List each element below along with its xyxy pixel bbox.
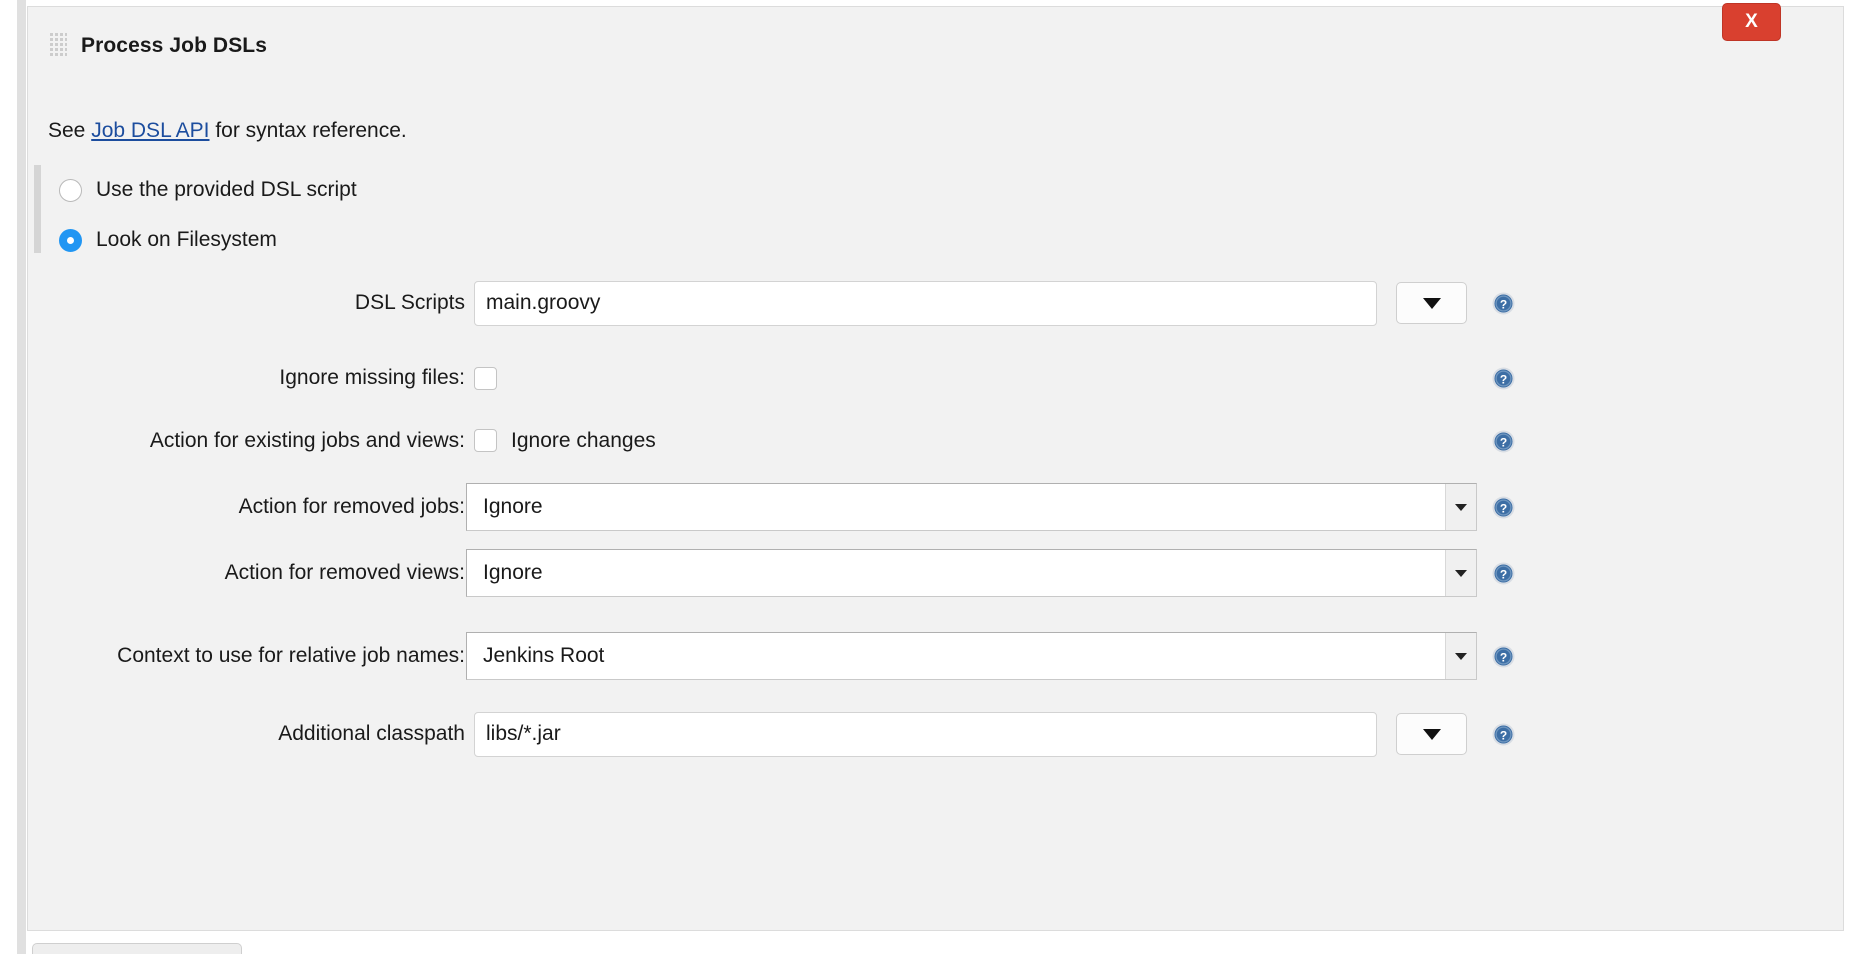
- help-question-icon[interactable]: ?: [1492, 645, 1515, 668]
- row-context-relative: Context to use for relative job names: J…: [28, 628, 1845, 684]
- svg-text:?: ?: [1500, 650, 1507, 664]
- context-relative-value: Jenkins Root: [483, 644, 605, 667]
- close-button[interactable]: X: [1722, 3, 1781, 41]
- dsl-scripts-input[interactable]: [474, 280, 1377, 326]
- help-question-icon[interactable]: ?: [1492, 562, 1515, 585]
- row-action-existing: Action for existing jobs and views: Igno…: [28, 417, 1845, 465]
- dsl-scripts-dropdown-button[interactable]: [1396, 282, 1467, 324]
- svg-text:?: ?: [1500, 435, 1507, 449]
- screen: X Process Job DSLs See Job DSL API for s…: [0, 0, 1858, 954]
- additional-classpath-input[interactable]: [474, 711, 1377, 757]
- row-ignore-missing-files: Ignore missing files: ?: [28, 358, 1845, 398]
- left-gutter-strip: [17, 0, 26, 954]
- svg-text:?: ?: [1500, 372, 1507, 386]
- action-removed-jobs-select[interactable]: Ignore: [466, 483, 1477, 531]
- svg-text:?: ?: [1500, 297, 1507, 311]
- action-existing-label: Action for existing jobs and views:: [149, 429, 465, 452]
- action-removed-views-select[interactable]: Ignore: [466, 549, 1477, 597]
- context-relative-select[interactable]: Jenkins Root: [466, 632, 1477, 680]
- row-additional-classpath: Additional classpath ?: [28, 706, 1845, 762]
- ignore-missing-files-checkbox[interactable]: [474, 366, 497, 390]
- help-question-icon[interactable]: ?: [1492, 367, 1515, 390]
- action-removed-jobs-label: Action for removed jobs:: [238, 495, 465, 518]
- additional-classpath-label: Additional classpath: [278, 722, 465, 745]
- ignore-missing-files-label: Ignore missing files:: [279, 366, 465, 389]
- bottom-partial-button[interactable]: [32, 943, 242, 954]
- row-action-removed-jobs: Action for removed jobs: Ignore ?: [28, 479, 1845, 535]
- help-question-icon[interactable]: ?: [1492, 723, 1515, 746]
- chevron-down-icon[interactable]: [1445, 550, 1476, 596]
- chevron-down-icon[interactable]: [1445, 484, 1476, 530]
- help-question-icon[interactable]: ?: [1492, 292, 1515, 315]
- form-rows: DSL Scripts ? Ignore missing files:: [28, 7, 1845, 932]
- svg-text:?: ?: [1500, 567, 1507, 581]
- process-job-dsls-panel: X Process Job DSLs See Job DSL API for s…: [27, 3, 1845, 932]
- dsl-scripts-label: DSL Scripts: [354, 291, 465, 314]
- context-relative-label: Context to use for relative job names:: [117, 644, 465, 667]
- ignore-changes-label: Ignore changes: [511, 429, 656, 452]
- additional-classpath-dropdown-button[interactable]: [1396, 713, 1467, 755]
- row-dsl-scripts: DSL Scripts ?: [28, 275, 1845, 331]
- row-action-removed-views: Action for removed views: Ignore ?: [28, 545, 1845, 601]
- action-removed-views-value: Ignore: [483, 561, 543, 584]
- action-removed-views-label: Action for removed views:: [224, 561, 465, 584]
- svg-text:?: ?: [1500, 728, 1507, 742]
- help-question-icon[interactable]: ?: [1492, 496, 1515, 519]
- chevron-down-icon[interactable]: [1445, 633, 1476, 679]
- ignore-changes-checkbox[interactable]: [474, 429, 497, 452]
- action-removed-jobs-value: Ignore: [483, 495, 543, 518]
- help-question-icon[interactable]: ?: [1492, 430, 1515, 453]
- svg-text:?: ?: [1500, 501, 1507, 515]
